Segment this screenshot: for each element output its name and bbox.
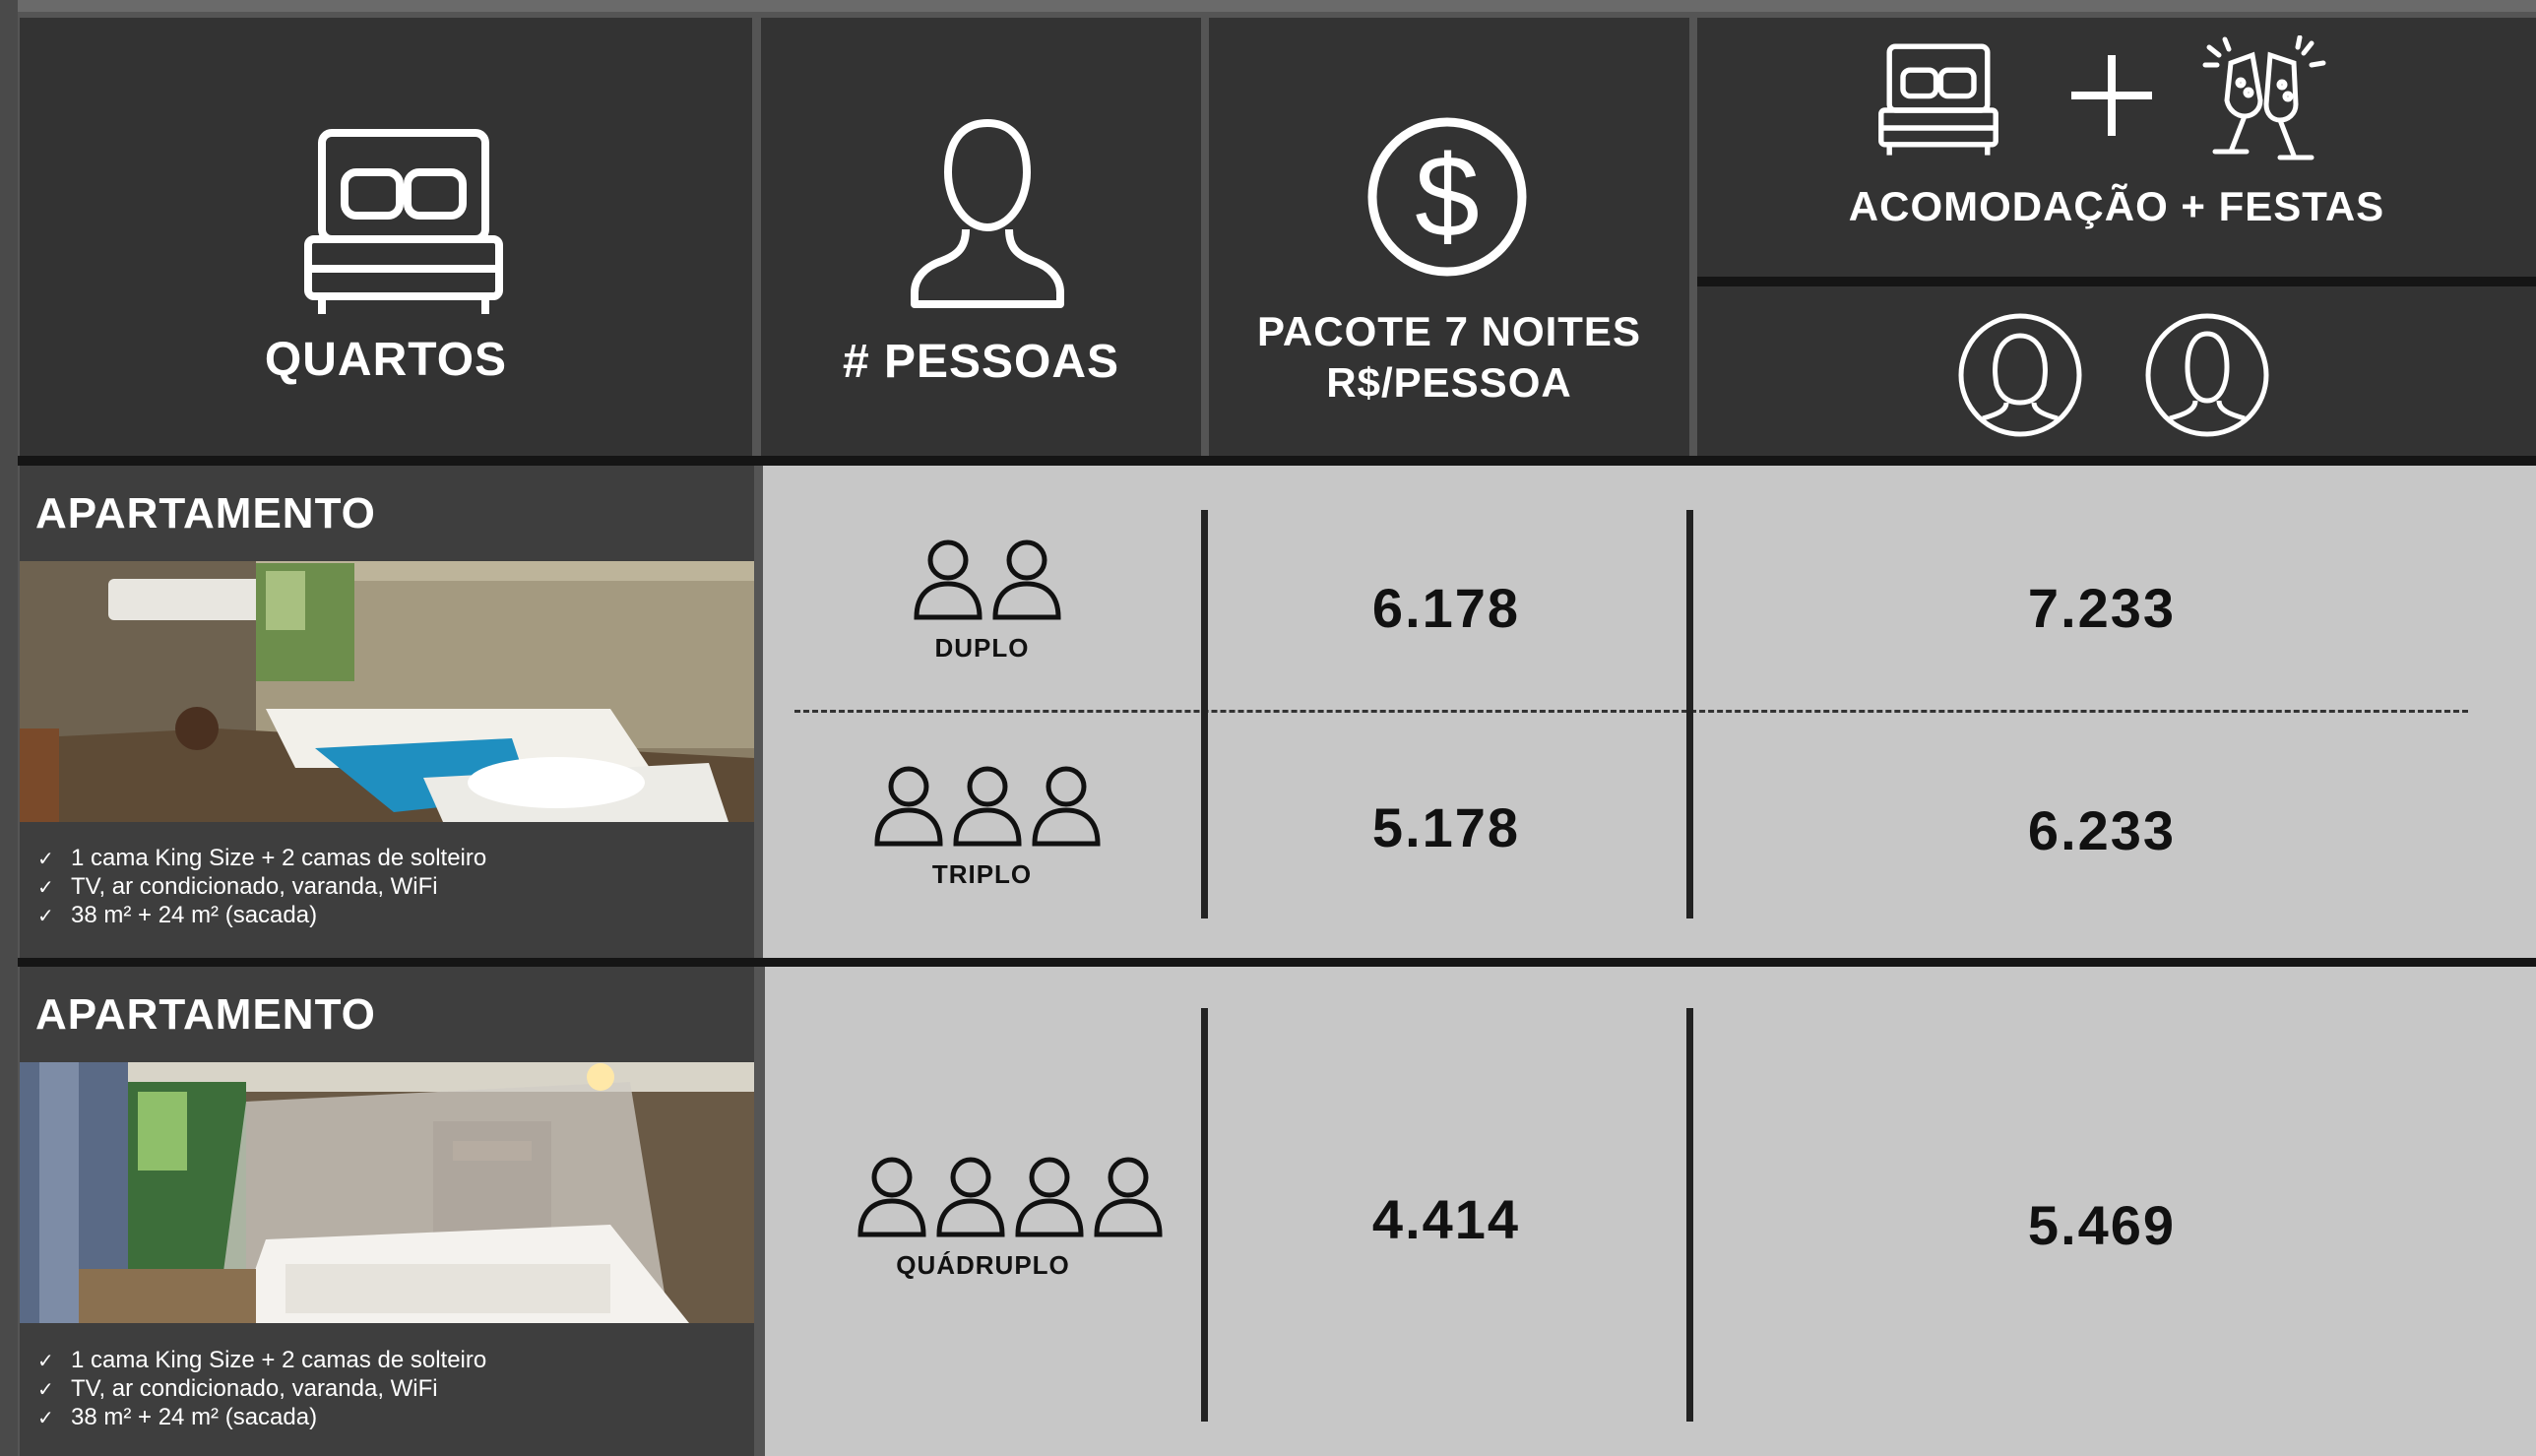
header-people-cell: # PESSOAS — [761, 18, 1201, 456]
rate-row-divider — [794, 710, 2468, 713]
female-avatar-icon — [1957, 312, 2083, 438]
feature-item: 1 cama King Size + 2 camas de solteiro — [37, 1347, 754, 1375]
person-outline-icon — [992, 539, 1061, 620]
person-outline-icon — [914, 539, 983, 620]
people-icon-group — [911, 535, 1068, 623]
header-combo-cell: ACOMODAÇÃO + FESTAS — [1697, 18, 2536, 277]
package-price: 5.178 — [1371, 796, 1521, 858]
occupancy-cell: QUÁDRUPLO — [765, 1152, 1201, 1299]
header-package-line2: R$/PESSOA — [1326, 359, 1572, 406]
occupancy-cell: TRIPLO — [763, 761, 1201, 909]
bed-icon — [300, 121, 507, 318]
header-combo-label: ACOMODAÇÃO + FESTAS — [1848, 183, 2385, 229]
combo-price: 5.469 — [2027, 1194, 2177, 1256]
header-package-label: PACOTE 7 NOITES R$/PESSOA — [1209, 306, 1689, 409]
person-outline-icon — [1015, 1157, 1084, 1237]
combo-price: 6.233 — [2027, 799, 2177, 861]
header-rooms-cell: QUARTOS — [20, 18, 752, 456]
feature-item: TV, ar condicionado, varanda, WiFi — [37, 873, 754, 902]
feature-item: 38 m² + 24 m² (sacada) — [37, 1404, 754, 1432]
person-outline-icon — [936, 1157, 1005, 1237]
header-people-label: # PESSOAS — [842, 336, 1120, 388]
feature-item: TV, ar condicionado, varanda, WiFi — [37, 1375, 754, 1404]
feature-list: 1 cama King Size + 2 camas de solteiro T… — [20, 845, 754, 930]
room-card: APARTAMENTO 1 cama King Size + 2 camas d… — [20, 967, 754, 1456]
package-price: 6.178 — [1371, 577, 1521, 639]
header-combo-sub-cell — [1697, 286, 2536, 456]
person-outline-icon — [1032, 766, 1101, 847]
header-package-line1: PACOTE 7 NOITES — [1257, 308, 1641, 354]
left-border — [0, 0, 18, 1456]
feature-item: 38 m² + 24 m² (sacada) — [37, 902, 754, 930]
canopy-bed-photo — [20, 1062, 754, 1323]
package-price: 4.414 — [1371, 1188, 1521, 1250]
header-separator — [18, 456, 2536, 466]
combo-bed-icon — [1874, 39, 2002, 158]
people-icon-group — [871, 761, 1108, 850]
combo-price: 7.233 — [2027, 577, 2177, 639]
room-rates-panel: QUÁDRUPLO 4.414 5.469 — [765, 967, 2536, 1456]
svg-text:$: $ — [1415, 132, 1480, 262]
feature-item: 1 cama King Size + 2 camas de solteiro — [37, 845, 754, 873]
room-title: APARTAMENTO — [35, 990, 376, 1039]
people-icon-group — [855, 1152, 1170, 1240]
room-card: APARTAMENTO 1 cama King Size + 2 camas d… — [20, 466, 754, 958]
room-rates-panel: DUPLO 6.178 7.233 TRIPLO 5.178 6.233 — [763, 466, 2536, 958]
person-outline-icon — [874, 766, 943, 847]
person-outline-icon — [1094, 1157, 1163, 1237]
bedroom-photo — [20, 561, 754, 822]
occupancy-label: QUÁDRUPLO — [896, 1250, 1070, 1280]
occupancy-cell: DUPLO — [763, 535, 1201, 682]
occupancy-label: DUPLO — [934, 633, 1030, 663]
column-divider — [1686, 510, 1693, 918]
room-separator — [18, 958, 2536, 967]
person-outline-icon — [857, 1157, 926, 1237]
feature-list: 1 cama King Size + 2 camas de solteiro T… — [20, 1347, 754, 1432]
dollar-icon: $ — [1366, 116, 1528, 278]
room-title: APARTAMENTO — [35, 489, 376, 538]
person-outline-icon — [953, 766, 1022, 847]
header-package-cell: $ PACOTE 7 NOITES R$/PESSOA — [1209, 18, 1689, 456]
plus-icon — [2069, 53, 2154, 138]
occupancy-label: TRIPLO — [931, 859, 1033, 889]
champagne-icon — [2201, 35, 2329, 165]
header-rooms-label: QUARTOS — [264, 334, 508, 386]
person-icon — [909, 111, 1066, 318]
header-combo-divider — [1697, 277, 2536, 286]
top-border — [0, 0, 2536, 12]
column-divider — [1686, 1008, 1693, 1422]
male-avatar-icon — [2144, 312, 2270, 438]
